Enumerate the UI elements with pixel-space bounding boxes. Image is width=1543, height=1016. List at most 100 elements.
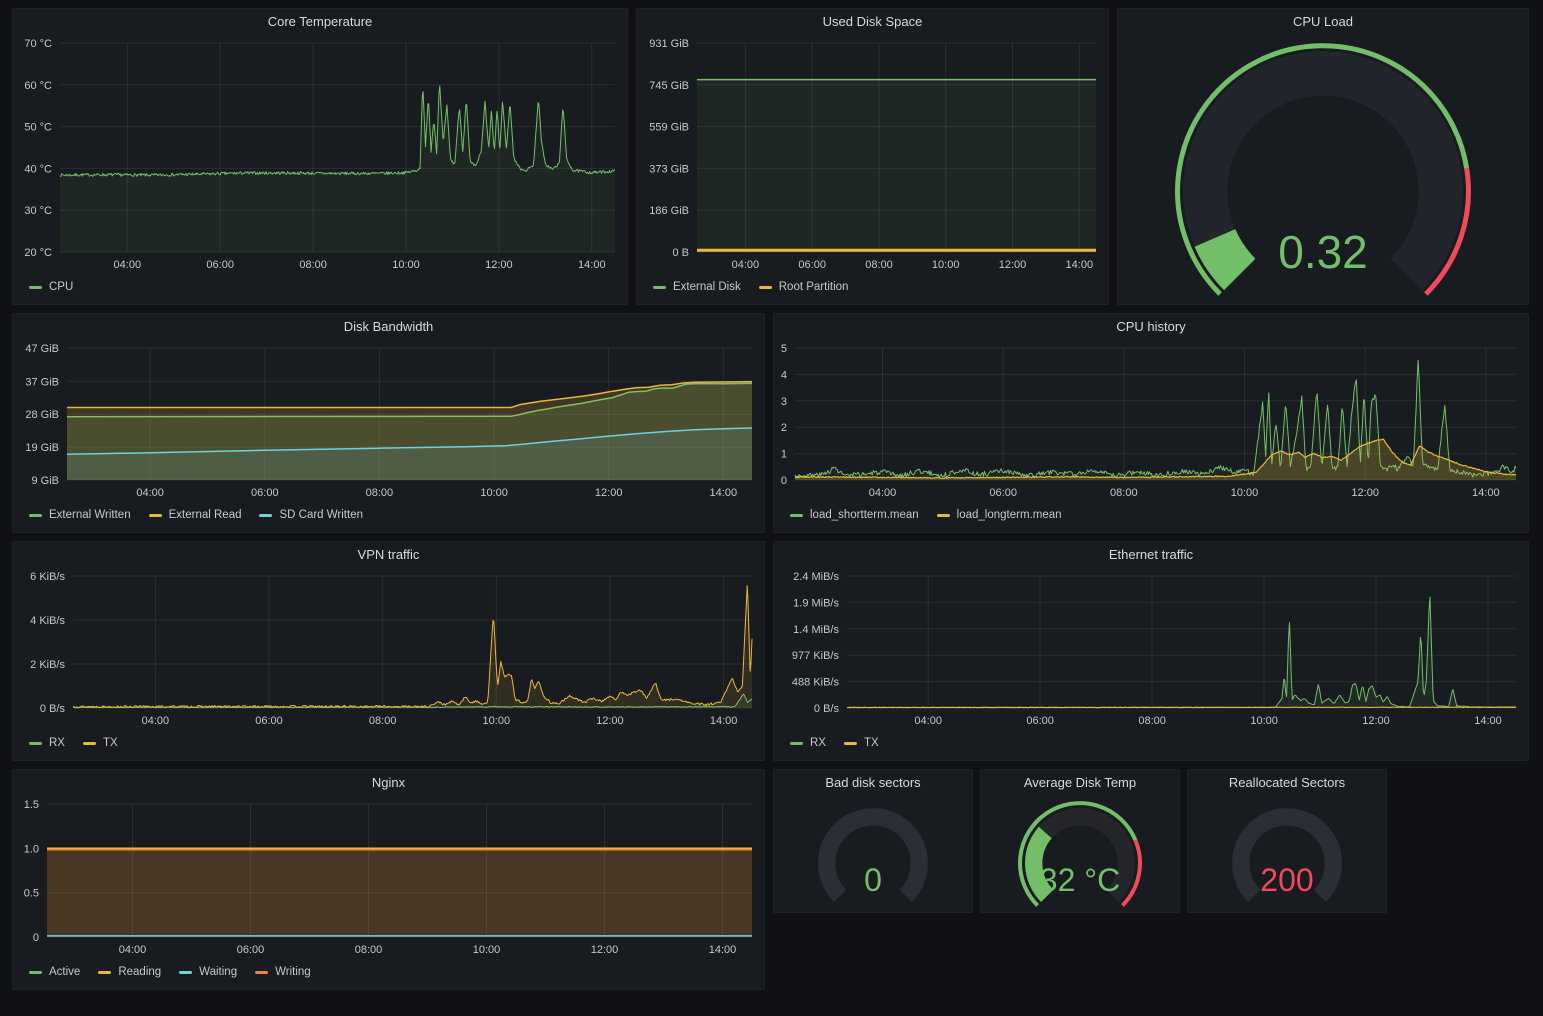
used-disk-space-chart[interactable]: 04:0006:0008:0010:0012:0014:000 B186 GiB…	[637, 35, 1108, 274]
svg-text:200: 200	[1260, 862, 1313, 898]
svg-text:0: 0	[33, 932, 39, 944]
panel-title-used-disk-space[interactable]: Used Disk Space	[637, 9, 1108, 35]
vpn_traffic-canvas[interactable]: 04:0006:0008:0010:0012:0014:000 B/s2 KiB…	[13, 568, 764, 730]
legend-label: Root Partition	[779, 281, 849, 293]
svg-text:60 °C: 60 °C	[24, 80, 52, 92]
cpu-load-gauge: 0.32	[1118, 35, 1528, 304]
panel-bad-disk-sectors: Bad disk sectors 0	[773, 769, 973, 913]
legend-label: RX	[810, 737, 826, 749]
svg-text:9 GiB: 9 GiB	[31, 475, 59, 487]
svg-text:12:00: 12:00	[485, 259, 513, 271]
panel-title-average-disk-temp[interactable]: Average Disk Temp	[981, 770, 1179, 796]
svg-text:06:00: 06:00	[1026, 715, 1054, 727]
legend-item-external-written[interactable]: External Written	[29, 509, 131, 521]
svg-text:14:00: 14:00	[710, 715, 738, 727]
svg-text:745 GiB: 745 GiB	[649, 80, 689, 92]
legend-label: SD Card Written	[279, 509, 363, 521]
svg-text:04:00: 04:00	[914, 715, 942, 727]
legend-item-active[interactable]: Active	[29, 966, 80, 978]
legend-item-load-longterm-mean[interactable]: load_longterm.mean	[937, 509, 1062, 521]
legend-item-reading[interactable]: Reading	[98, 966, 161, 978]
panel-cpu-load: CPU Load 0.32	[1117, 8, 1529, 305]
legend-item-rx[interactable]: RX	[29, 737, 65, 749]
legend-item-external-disk[interactable]: External Disk	[653, 281, 741, 293]
panel-title-reallocated-sectors[interactable]: Reallocated Sectors	[1188, 770, 1386, 796]
vpn-traffic-chart[interactable]: 04:0006:0008:0010:0012:0014:000 B/s2 KiB…	[13, 568, 764, 730]
legend-label: External Read	[169, 509, 242, 521]
panel-title-vpn-traffic[interactable]: VPN traffic	[13, 542, 764, 568]
svg-text:32 °C: 32 °C	[1040, 862, 1120, 898]
svg-text:04:00: 04:00	[732, 259, 760, 271]
legend-color-dash	[653, 286, 666, 289]
legend-label: load_shortterm.mean	[810, 509, 919, 521]
legend-label: TX	[864, 737, 879, 749]
legend-item-cpu[interactable]: CPU	[29, 281, 73, 293]
legend-color-dash	[29, 971, 42, 974]
legend-color-dash	[759, 286, 772, 289]
legend-label: External Written	[49, 509, 131, 521]
svg-text:0.32: 0.32	[1278, 226, 1368, 278]
used_disk_space-canvas[interactable]: 04:0006:0008:0010:0012:0014:000 B186 GiB…	[637, 35, 1108, 274]
legend-color-dash	[149, 514, 162, 517]
legend-item-load-shortterm-mean[interactable]: load_shortterm.mean	[790, 509, 919, 521]
disk-bandwidth-chart[interactable]: 04:0006:0008:0010:0012:0014:009 GiB19 Gi…	[13, 340, 764, 502]
nginx-chart[interactable]: 04:0006:0008:0010:0012:0014:0000.51.01.5	[13, 796, 764, 959]
vpn-traffic-legend: RX TX	[13, 730, 764, 760]
svg-text:14:00: 14:00	[1066, 259, 1094, 271]
panel-reallocated-sectors: Reallocated Sectors 200	[1187, 769, 1387, 913]
panel-title-cpu-history[interactable]: CPU history	[774, 314, 1528, 340]
ethernet-traffic-chart[interactable]: 04:0006:0008:0010:0012:0014:000 B/s488 K…	[774, 568, 1528, 730]
panel-title-disk-bandwidth[interactable]: Disk Bandwidth	[13, 314, 764, 340]
bad_disk_sectors-gauge-canvas: 0	[774, 796, 972, 912]
ethernet-traffic-legend: RX TX	[774, 730, 1528, 760]
svg-text:04:00: 04:00	[869, 487, 897, 499]
svg-text:06:00: 06:00	[206, 259, 234, 271]
svg-text:08:00: 08:00	[369, 715, 397, 727]
svg-text:12:00: 12:00	[591, 944, 619, 956]
legend-item-waiting[interactable]: Waiting	[179, 966, 237, 978]
average-disk-temp-gauge: 32 °C	[981, 796, 1179, 912]
svg-text:08:00: 08:00	[355, 944, 383, 956]
legend-label: CPU	[49, 281, 73, 293]
panel-title-bad-disk-sectors[interactable]: Bad disk sectors	[774, 770, 972, 796]
svg-text:19 GiB: 19 GiB	[25, 442, 59, 454]
core-temperature-chart[interactable]: 04:0006:0008:0010:0012:0014:0020 °C30 °C…	[13, 35, 627, 274]
svg-text:10:00: 10:00	[1250, 715, 1278, 727]
cpu-history-chart[interactable]: 04:0006:0008:0010:0012:0014:00012345	[774, 340, 1528, 502]
svg-text:06:00: 06:00	[798, 259, 826, 271]
svg-text:4 KiB/s: 4 KiB/s	[30, 615, 65, 627]
svg-text:4: 4	[781, 369, 787, 381]
panel-cpu-history: CPU history 04:0006:0008:0010:0012:0014:…	[773, 313, 1529, 533]
legend-item-rx[interactable]: RX	[790, 737, 826, 749]
legend-item-sd-card-written[interactable]: SD Card Written	[259, 509, 363, 521]
panel-title-core-temperature[interactable]: Core Temperature	[13, 9, 627, 35]
svg-text:04:00: 04:00	[136, 487, 164, 499]
ethernet_traffic-canvas[interactable]: 04:0006:0008:0010:0012:0014:000 B/s488 K…	[774, 568, 1528, 730]
panel-title-nginx[interactable]: Nginx	[13, 770, 764, 796]
svg-text:1.0: 1.0	[24, 843, 39, 855]
panel-vpn-traffic: VPN traffic 04:0006:0008:0010:0012:0014:…	[12, 541, 765, 761]
nginx-canvas[interactable]: 04:0006:0008:0010:0012:0014:0000.51.01.5	[13, 796, 764, 959]
panel-title-cpu-load[interactable]: CPU Load	[1118, 9, 1528, 35]
svg-text:08:00: 08:00	[865, 259, 893, 271]
panel-core-temperature: Core Temperature 04:0006:0008:0010:0012:…	[12, 8, 628, 305]
legend-label: Reading	[118, 966, 161, 978]
legend-item-external-read[interactable]: External Read	[149, 509, 242, 521]
legend-item-root-partition[interactable]: Root Partition	[759, 281, 849, 293]
cpu_history-canvas[interactable]: 04:0006:0008:0010:0012:0014:00012345	[774, 340, 1528, 502]
panel-average-disk-temp: Average Disk Temp 32 °C	[980, 769, 1180, 913]
disk_bandwidth-canvas[interactable]: 04:0006:0008:0010:0012:0014:009 GiB19 Gi…	[13, 340, 764, 502]
legend-color-dash	[255, 971, 268, 974]
core_temperature-canvas[interactable]: 04:0006:0008:0010:0012:0014:0020 °C30 °C…	[13, 35, 627, 274]
cpu-history-legend: load_shortterm.mean load_longterm.mean	[774, 502, 1528, 532]
svg-text:3: 3	[781, 396, 787, 408]
svg-text:1.9 MiB/s: 1.9 MiB/s	[793, 597, 839, 609]
legend-item-tx[interactable]: TX	[83, 737, 118, 749]
panel-title-ethernet-traffic[interactable]: Ethernet traffic	[774, 542, 1528, 568]
grafana-dashboard: Core Temperature 04:0006:0008:0010:0012:…	[0, 0, 1543, 1016]
panel-ethernet-traffic: Ethernet traffic 04:0006:0008:0010:0012:…	[773, 541, 1529, 761]
svg-text:70 °C: 70 °C	[24, 38, 52, 50]
legend-item-writing[interactable]: Writing	[255, 966, 311, 978]
svg-text:977 KiB/s: 977 KiB/s	[792, 650, 840, 662]
legend-item-tx[interactable]: TX	[844, 737, 879, 749]
